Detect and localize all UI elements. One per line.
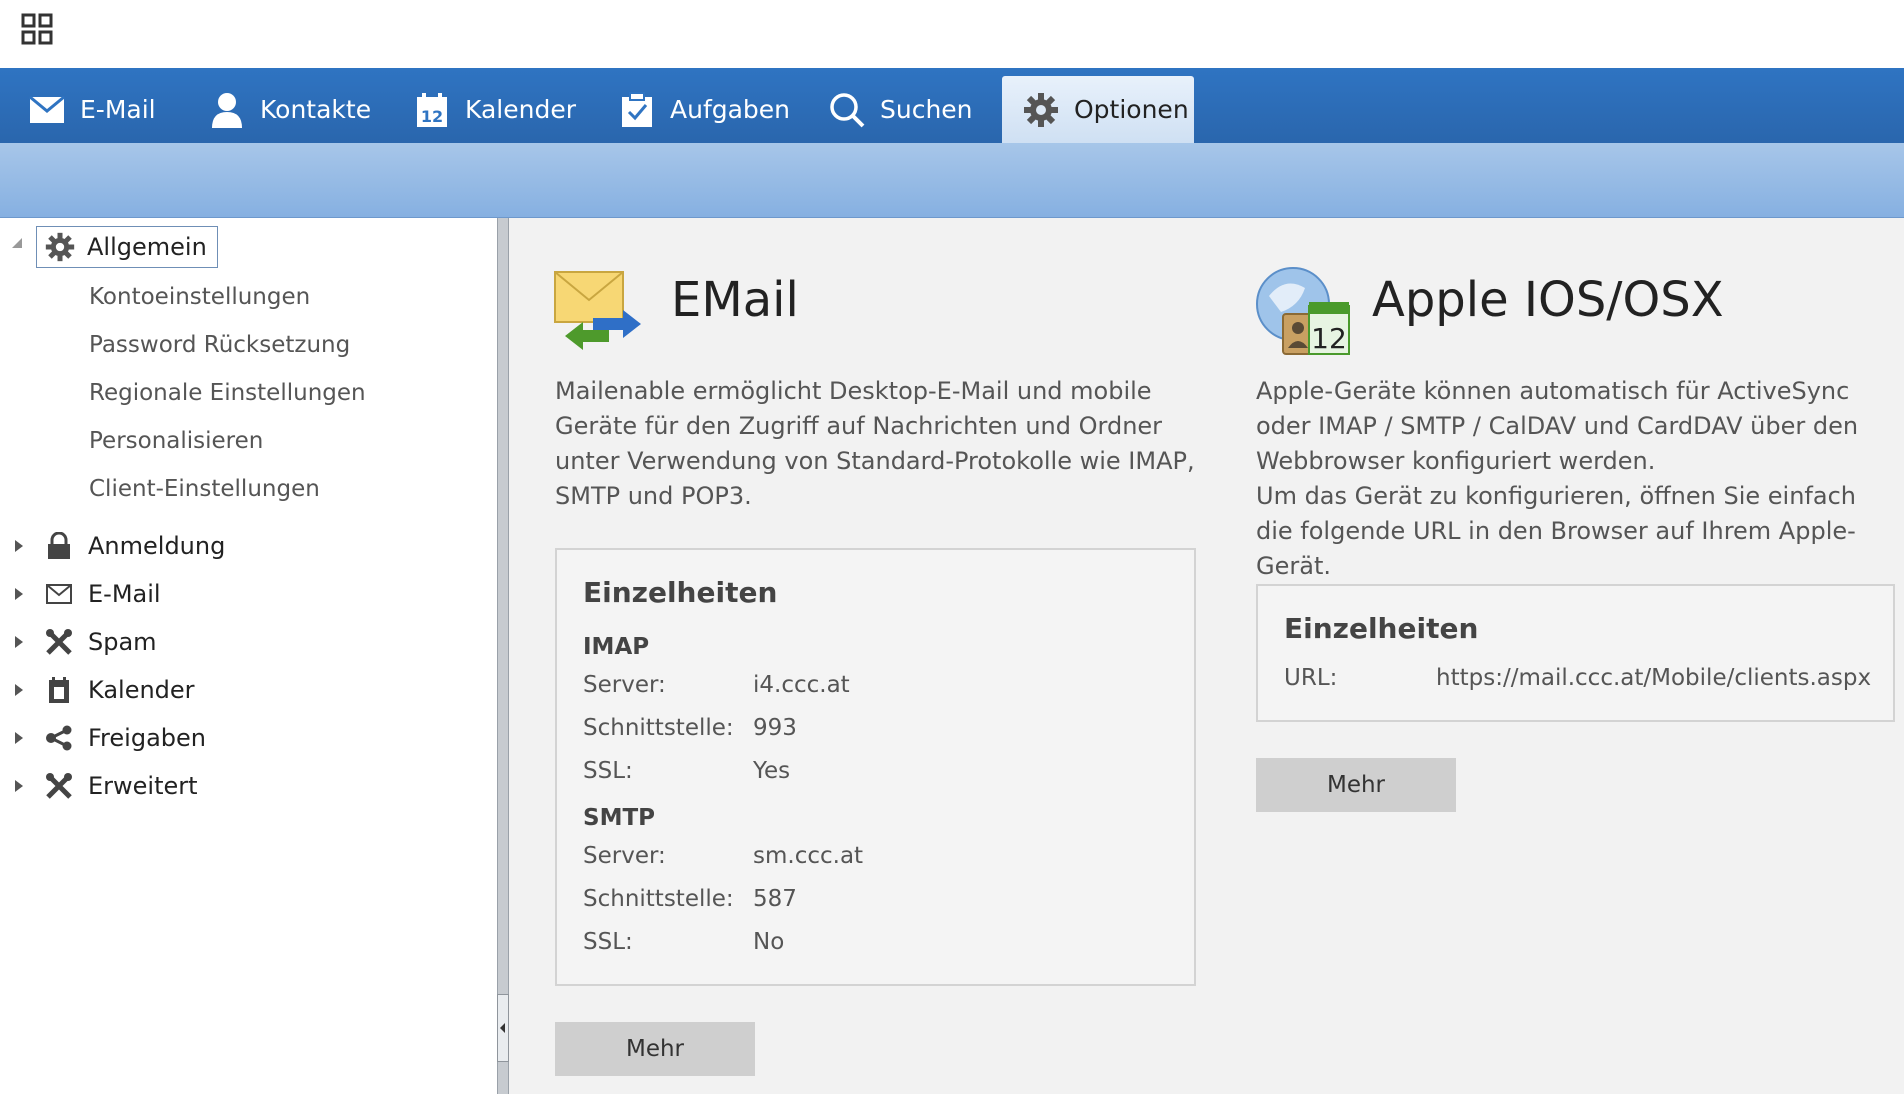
sub-toolbar <box>0 143 1904 218</box>
expand-arrow-icon[interactable] <box>15 588 23 600</box>
apple-details-box <box>1256 584 1895 722</box>
share-icon <box>44 723 74 753</box>
sidebar-item-erweitert[interactable]: Erweitert <box>0 766 480 806</box>
apple-description-line2: Um das Gerät zu konfigurieren, öffnen Si… <box>1256 482 1856 580</box>
sidebar-subitem-personalisieren[interactable]: Personalisieren <box>89 428 263 454</box>
email-section-title: EMail <box>671 272 799 328</box>
sidebar-item-freigaben[interactable]: Freigaben <box>0 718 480 758</box>
tab-contacts-label: Kontakte <box>260 95 372 124</box>
lock-icon <box>44 531 74 561</box>
sidebar-item-label: Kalender <box>88 676 195 704</box>
sidebar-item-label: E-Mail <box>88 580 161 608</box>
tab-calendar-label: Kalender <box>465 95 576 124</box>
smtp-ssl-value: No <box>753 929 785 955</box>
imap-port-label: Schnittstelle: <box>583 715 734 741</box>
envelope-icon <box>44 579 74 609</box>
smtp-server-value: sm.ccc.at <box>753 843 864 869</box>
email-sync-icon <box>554 271 641 350</box>
expand-arrow-icon[interactable] <box>15 780 23 792</box>
tab-calendar[interactable]: 12 Kalender <box>385 76 590 143</box>
email-details-box <box>555 548 1196 986</box>
tab-tasks-label: Aufgaben <box>670 95 791 124</box>
sidebar-subitem-kontoeinstellungen[interactable]: Kontoeinstellungen <box>89 284 310 310</box>
sidebar-item-anmeldung[interactable]: Anmeldung <box>0 526 480 566</box>
email-more-button[interactable]: Mehr <box>555 1022 755 1076</box>
expand-arrow-icon[interactable] <box>15 540 23 552</box>
tab-tasks[interactable]: Aufgaben <box>590 76 795 143</box>
expand-arrow-icon[interactable] <box>15 636 23 648</box>
contact-icon <box>208 91 246 129</box>
svg-text:12: 12 <box>421 107 443 126</box>
search-icon <box>828 91 866 129</box>
sidebar-item-email[interactable]: E-Mail <box>0 574 480 614</box>
email-description: Mailenable ermöglicht Desktop-E-Mail und… <box>555 377 1195 510</box>
email-details-title: Einzelheiten <box>583 576 778 609</box>
imap-ssl-label: SSL: <box>583 758 633 784</box>
apple-details-title: Einzelheiten <box>1284 612 1479 645</box>
tab-email[interactable]: E-Mail <box>0 76 175 143</box>
apple-description: Apple-Geräte können automatisch für Acti… <box>1256 374 1896 584</box>
apple-section-title: Apple IOS/OSX <box>1372 272 1724 328</box>
collapse-arrow-icon[interactable] <box>12 238 22 248</box>
sidebar-item-spam[interactable]: Spam <box>0 622 480 662</box>
sidebar-splitter[interactable] <box>497 218 509 1094</box>
sidebar-item-label: Erweitert <box>88 772 198 800</box>
app-grid-icon[interactable] <box>20 12 54 46</box>
sidebar-item-label: Spam <box>88 628 157 656</box>
sidebar-item-kalender[interactable]: Kalender <box>0 670 480 710</box>
mail-icon <box>28 91 66 129</box>
sidebar-item-allgemein[interactable]: Allgemein <box>36 226 218 268</box>
sidebar-subitem-regional[interactable]: Regionale Einstellungen <box>89 380 366 406</box>
sidebar-item-label: Allgemein <box>87 233 207 261</box>
top-bar <box>0 0 1904 69</box>
smtp-server-label: Server: <box>583 843 666 869</box>
gear-icon <box>1022 91 1060 129</box>
splitter-collapse-handle[interactable] <box>497 994 509 1062</box>
smtp-ssl-label: SSL: <box>583 929 633 955</box>
sidebar-item-label: Freigaben <box>88 724 206 752</box>
smtp-port-label: Schnittstelle: <box>583 886 734 912</box>
tools-icon <box>44 627 74 657</box>
expand-arrow-icon[interactable] <box>15 684 23 696</box>
task-icon <box>618 91 656 129</box>
apple-more-button[interactable]: Mehr <box>1256 758 1456 812</box>
calendar-icon <box>44 675 74 705</box>
imap-heading: IMAP <box>583 634 650 660</box>
sidebar-item-label: Anmeldung <box>88 532 226 560</box>
smtp-port-value: 587 <box>753 886 797 912</box>
expand-arrow-icon[interactable] <box>15 732 23 744</box>
tab-options[interactable]: Optionen <box>1002 76 1194 143</box>
imap-server-value: i4.ccc.at <box>753 672 850 698</box>
tab-email-label: E-Mail <box>80 95 156 124</box>
apple-url-label: URL: <box>1284 665 1338 691</box>
calendar-icon: 12 <box>413 91 451 129</box>
apple-url-value[interactable]: https://mail.ccc.at/Mobile/clients.aspx <box>1436 665 1871 691</box>
imap-ssl-value: Yes <box>753 758 791 784</box>
apple-description-line1: Apple-Geräte können automatisch für Acti… <box>1256 377 1859 475</box>
sidebar-subitem-client[interactable]: Client-Einstellungen <box>89 476 320 502</box>
tab-search-label: Suchen <box>880 95 973 124</box>
sidebar-subitem-password[interactable]: Password Rücksetzung <box>89 332 350 358</box>
tab-search[interactable]: Suchen <box>800 76 995 143</box>
imap-port-value: 993 <box>753 715 797 741</box>
gear-icon <box>45 232 75 262</box>
apple-config-icon: 12 <box>1256 267 1350 355</box>
tab-contacts[interactable]: Kontakte <box>180 76 385 143</box>
svg-text:12: 12 <box>1311 322 1347 355</box>
imap-server-label: Server: <box>583 672 666 698</box>
smtp-heading: SMTP <box>583 805 655 831</box>
main-nav: E-Mail Kontakte 12 Kalender Aufgaben Suc… <box>0 68 1904 143</box>
tab-options-label: Optionen <box>1074 95 1189 124</box>
tools-icon <box>44 771 74 801</box>
